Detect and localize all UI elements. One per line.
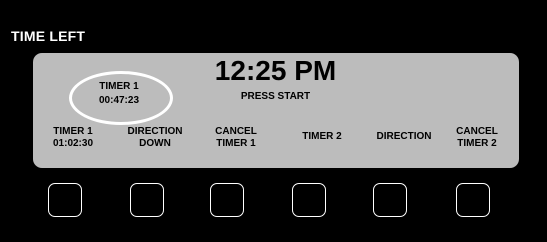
softkey-label-3-line1: CANCEL [215,126,257,137]
active-timer-remaining: 00:47:23 [98,95,140,106]
softkey-label-3: CANCEL TIMER 1 [196,126,276,150]
softkey-label-5: DIRECTION [364,131,444,143]
softkey-label-2-line1: DIRECTION [127,126,183,137]
softkey-label-4-line2: TIMER 2 [302,131,342,142]
status-text: PRESS START [240,91,311,102]
softkey-label-5-line2: DIRECTION [376,131,432,142]
softkey-label-1-line2: 01:02:30 [52,138,94,149]
softkey-button-4[interactable] [292,183,326,217]
softkey-label-6-line1: CANCEL [456,126,498,137]
softkey-button-6[interactable] [456,183,490,217]
softkey-label-3-line2: TIMER 1 [216,138,256,149]
softkey-button-1[interactable] [48,183,82,217]
softkey-label-4: TIMER 2 [282,131,362,143]
softkey-label-2: DIRECTION DOWN [115,126,195,150]
clock-time: 12:25 PM [214,55,337,86]
softkey-label-1-line1: TIMER 1 [53,126,93,137]
softkey-button-2[interactable] [130,183,164,217]
softkey-label-2-line2: DOWN [139,138,171,149]
time-left-callout: TIME LEFT [11,28,86,44]
softkey-button-3[interactable] [210,183,244,217]
softkey-button-5[interactable] [373,183,407,217]
softkey-label-1: TIMER 1 01:02:30 [33,126,113,150]
active-timer: TIMER 1 00:47:23 [71,77,167,116]
active-timer-name: TIMER 1 [99,81,139,92]
softkey-label-6: CANCEL TIMER 2 [437,126,517,150]
lcd-display: 12:25 PM PRESS START TIMER 1 00:47:23 TI… [33,53,519,168]
softkey-label-6-line2: TIMER 2 [457,138,497,149]
